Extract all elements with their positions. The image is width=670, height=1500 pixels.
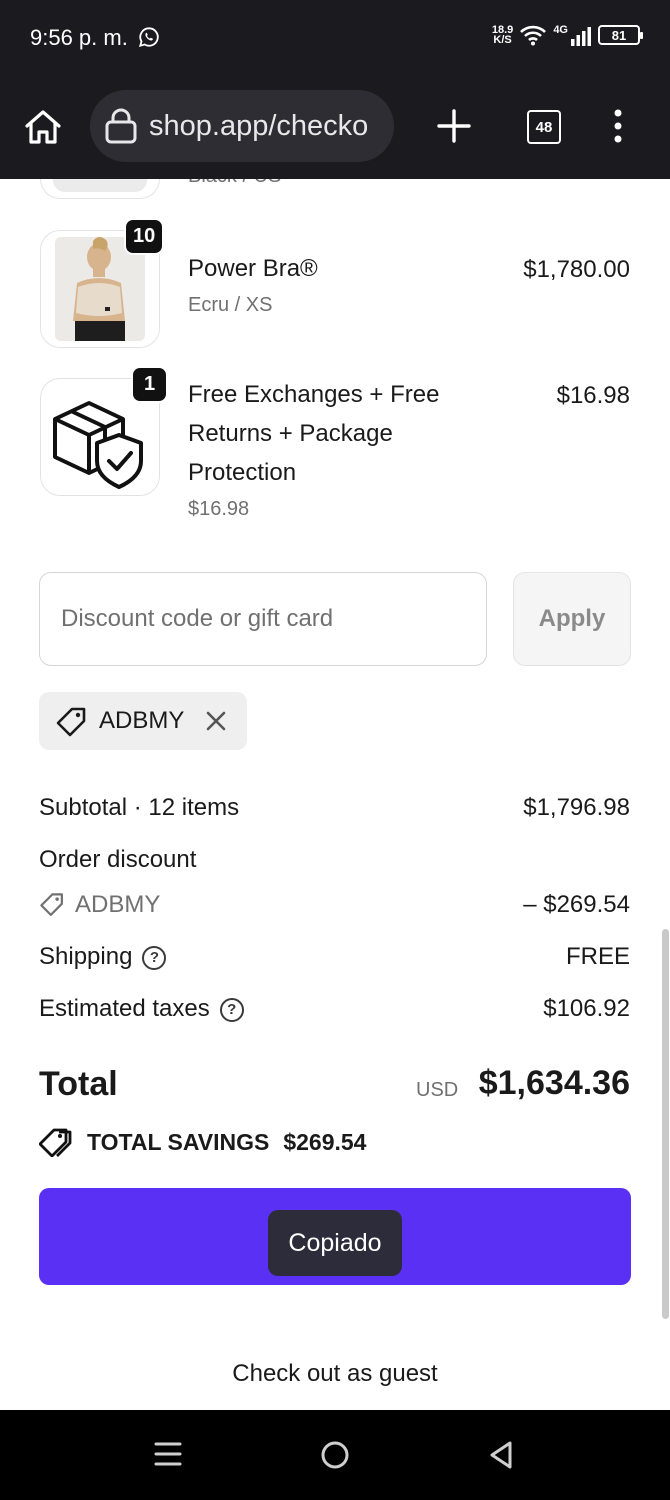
subtotal-value: $1,796.98 <box>523 794 630 821</box>
scrollbar[interactable] <box>662 929 669 1319</box>
url-text: shop.app/checko <box>149 110 369 142</box>
item-price: $1,780.00 <box>523 256 630 283</box>
shipping-help-icon[interactable]: ? <box>142 946 167 970</box>
discount-code-input[interactable] <box>39 572 487 666</box>
shipping-value: FREE <box>565 943 630 970</box>
item-variant: Black / US <box>188 179 281 188</box>
order-discount-code: ADBMY <box>39 891 160 919</box>
quantity-badge: 1 <box>131 366 168 403</box>
item-name-line: Returns + Package <box>188 420 393 447</box>
savings-tag-icon <box>39 1128 72 1157</box>
wifi-icon <box>520 25 547 46</box>
applied-discount-chip: ADBMY <box>39 692 247 750</box>
quantity-badge: 10 <box>124 218 165 255</box>
checkout-as-guest-link[interactable]: Check out as guest <box>0 1360 670 1388</box>
home-icon[interactable] <box>22 106 64 148</box>
signal-indicator: 4G <box>553 24 592 46</box>
status-time: 9:56 p. m. <box>30 25 128 50</box>
tab-switcher-button[interactable]: 48 <box>527 110 561 144</box>
item-name: Power Bra® <box>188 255 318 282</box>
whatsapp-icon <box>138 27 159 48</box>
network-speed: 18.9 K/S <box>491 24 514 46</box>
browser-toolbar: shop.app/checko 48 <box>0 72 670 179</box>
product-thumbnail <box>40 179 160 199</box>
battery-indicator: 81 <box>598 25 643 45</box>
shipping-row-label: Shipping? <box>39 943 167 971</box>
home-nav-icon[interactable] <box>320 1440 350 1470</box>
remove-code-icon[interactable] <box>205 710 227 732</box>
taxes-row-label: Estimated taxes? <box>39 995 244 1023</box>
item-variant: Ecru / XS <box>188 294 273 316</box>
tag-icon <box>56 707 86 737</box>
overflow-menu-icon[interactable] <box>608 108 628 144</box>
system-nav-bar <box>0 1410 670 1500</box>
lock-icon <box>105 108 137 144</box>
item-price: $16.98 <box>556 382 630 409</box>
apply-discount-button[interactable]: Apply <box>513 572 631 666</box>
new-tab-icon[interactable] <box>436 108 472 144</box>
taxes-help-icon[interactable]: ? <box>219 998 244 1022</box>
copied-toast: Copiado <box>268 1210 402 1276</box>
total-savings: TOTAL SAVINGS $269.54 <box>39 1127 366 1157</box>
back-nav-icon[interactable] <box>488 1440 514 1470</box>
tag-icon <box>40 893 63 916</box>
item-variant: $16.98 <box>188 498 250 520</box>
address-bar[interactable]: shop.app/checko <box>90 90 394 162</box>
status-indicators: 18.9 K/S 4G 81 <box>491 24 643 46</box>
applied-code-label: ADBMY <box>99 707 185 734</box>
order-discount-value: – $269.54 <box>523 891 630 918</box>
item-name-line: Free Exchanges + Free <box>188 381 440 408</box>
currency-code: USD <box>416 1079 459 1101</box>
total-value: $1,634.36 <box>478 1064 630 1102</box>
status-bar: 9:56 p. m. 18.9 K/S 4G 81 <box>0 0 670 72</box>
taxes-value: $106.92 <box>543 995 630 1022</box>
subtotal-label: Subtotal · 12 items <box>39 794 240 821</box>
checkout-content: Black / US 10 Power Bra® Ecru / XS $1,78… <box>0 179 670 1410</box>
total-label: Total <box>39 1065 118 1103</box>
order-discount-label: Order discount <box>39 846 197 873</box>
signal-bars-icon <box>571 27 591 46</box>
item-name-line: Protection <box>188 459 297 486</box>
recent-apps-icon[interactable] <box>154 1440 182 1468</box>
